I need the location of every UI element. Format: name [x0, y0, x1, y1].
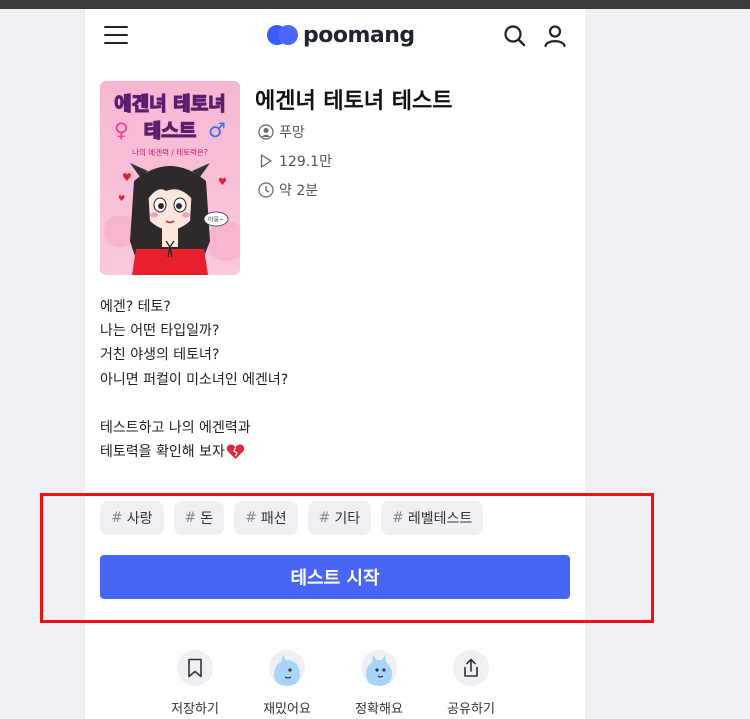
share-icon [453, 650, 489, 686]
description-line: 거친 야생의 테토녀? [100, 347, 220, 364]
user-icon[interactable] [542, 23, 568, 49]
logo-text: poomang [303, 22, 415, 48]
menu-icon[interactable] [104, 26, 128, 46]
share-label: 공유하기 [447, 702, 495, 717]
play-icon [260, 154, 272, 168]
duration-row: 약 2분 [258, 180, 318, 200]
profile-icon [258, 124, 274, 140]
thumbnail-title-line1: 에겐녀 테토녀 [114, 93, 226, 115]
poomang-logo[interactable]: poomang [265, 20, 415, 50]
description-line: 테스트하고 나의 에겐력과 [100, 419, 251, 436]
author-name: 푸망 [279, 125, 305, 141]
play-count: 129.1만 [279, 154, 332, 170]
description-line: 나는 어떤 타입일까? [100, 323, 220, 340]
heart-deco-icon: ♥ [122, 171, 132, 184]
fun-reaction-button[interactable]: 재밌어요 [252, 650, 322, 717]
thumbnail-subtitle: 나의 에겐력 / 테토력은? [132, 147, 208, 157]
clock-icon [258, 182, 274, 198]
accurate-reaction-icon [361, 650, 397, 686]
description-line: 아니면 퍼컬이 미소녀인 에겐녀? [100, 371, 289, 388]
author-row[interactable]: 푸망 [258, 122, 305, 142]
svg-text:♥: ♥ [118, 194, 125, 203]
description-line [100, 392, 570, 416]
test-description: 에겐? 테토? 나는 어떤 타입일까? 거친 야생의 테토녀? 아니면 퍼컬이 … [100, 295, 570, 464]
test-title: 에겐녀 테토녀 테스트 [255, 89, 453, 114]
fun-reaction-icon [269, 650, 305, 686]
svg-text:♥: ♥ [218, 177, 227, 188]
female-symbol-icon: ♀ [114, 118, 129, 142]
test-thumbnail: 에겐녀 테토녀 테스트 ♀ ♂ 나의 에겐력 / 테토력은? ♥ ♥ ♥ 아웅~ [100, 81, 240, 275]
share-button[interactable]: 공유하기 [436, 650, 506, 717]
accurate-reaction-button[interactable]: 정확해요 [344, 650, 414, 717]
highlight-box [40, 493, 654, 623]
search-icon[interactable] [502, 23, 528, 49]
accurate-reaction-label: 정확해요 [355, 702, 403, 717]
description-line: 에겐? 테토? [100, 299, 171, 315]
duration-text: 약 2분 [279, 183, 319, 199]
fun-reaction-label: 재밌어요 [263, 702, 311, 717]
thumbnail-title-line2: 테스트 [144, 120, 196, 142]
browser-top-bar [0, 0, 750, 9]
thumbnail-speech-bubble: 아웅~ [208, 216, 224, 224]
plays-row: 129.1만 [258, 151, 332, 171]
heart-emoji-icon [226, 444, 245, 460]
description-line-last: 테토력을 확인해 보자 [100, 440, 570, 464]
action-bar: 저장하기 재밌어요 정확해요 공유하기 [85, 650, 585, 719]
bookmark-icon [177, 650, 213, 686]
male-symbol-icon: ♂ [208, 118, 226, 142]
app-header: poomang [85, 9, 585, 63]
save-button[interactable]: 저장하기 [160, 650, 230, 717]
save-label: 저장하기 [171, 702, 219, 717]
logo-mark-icon [265, 23, 299, 47]
